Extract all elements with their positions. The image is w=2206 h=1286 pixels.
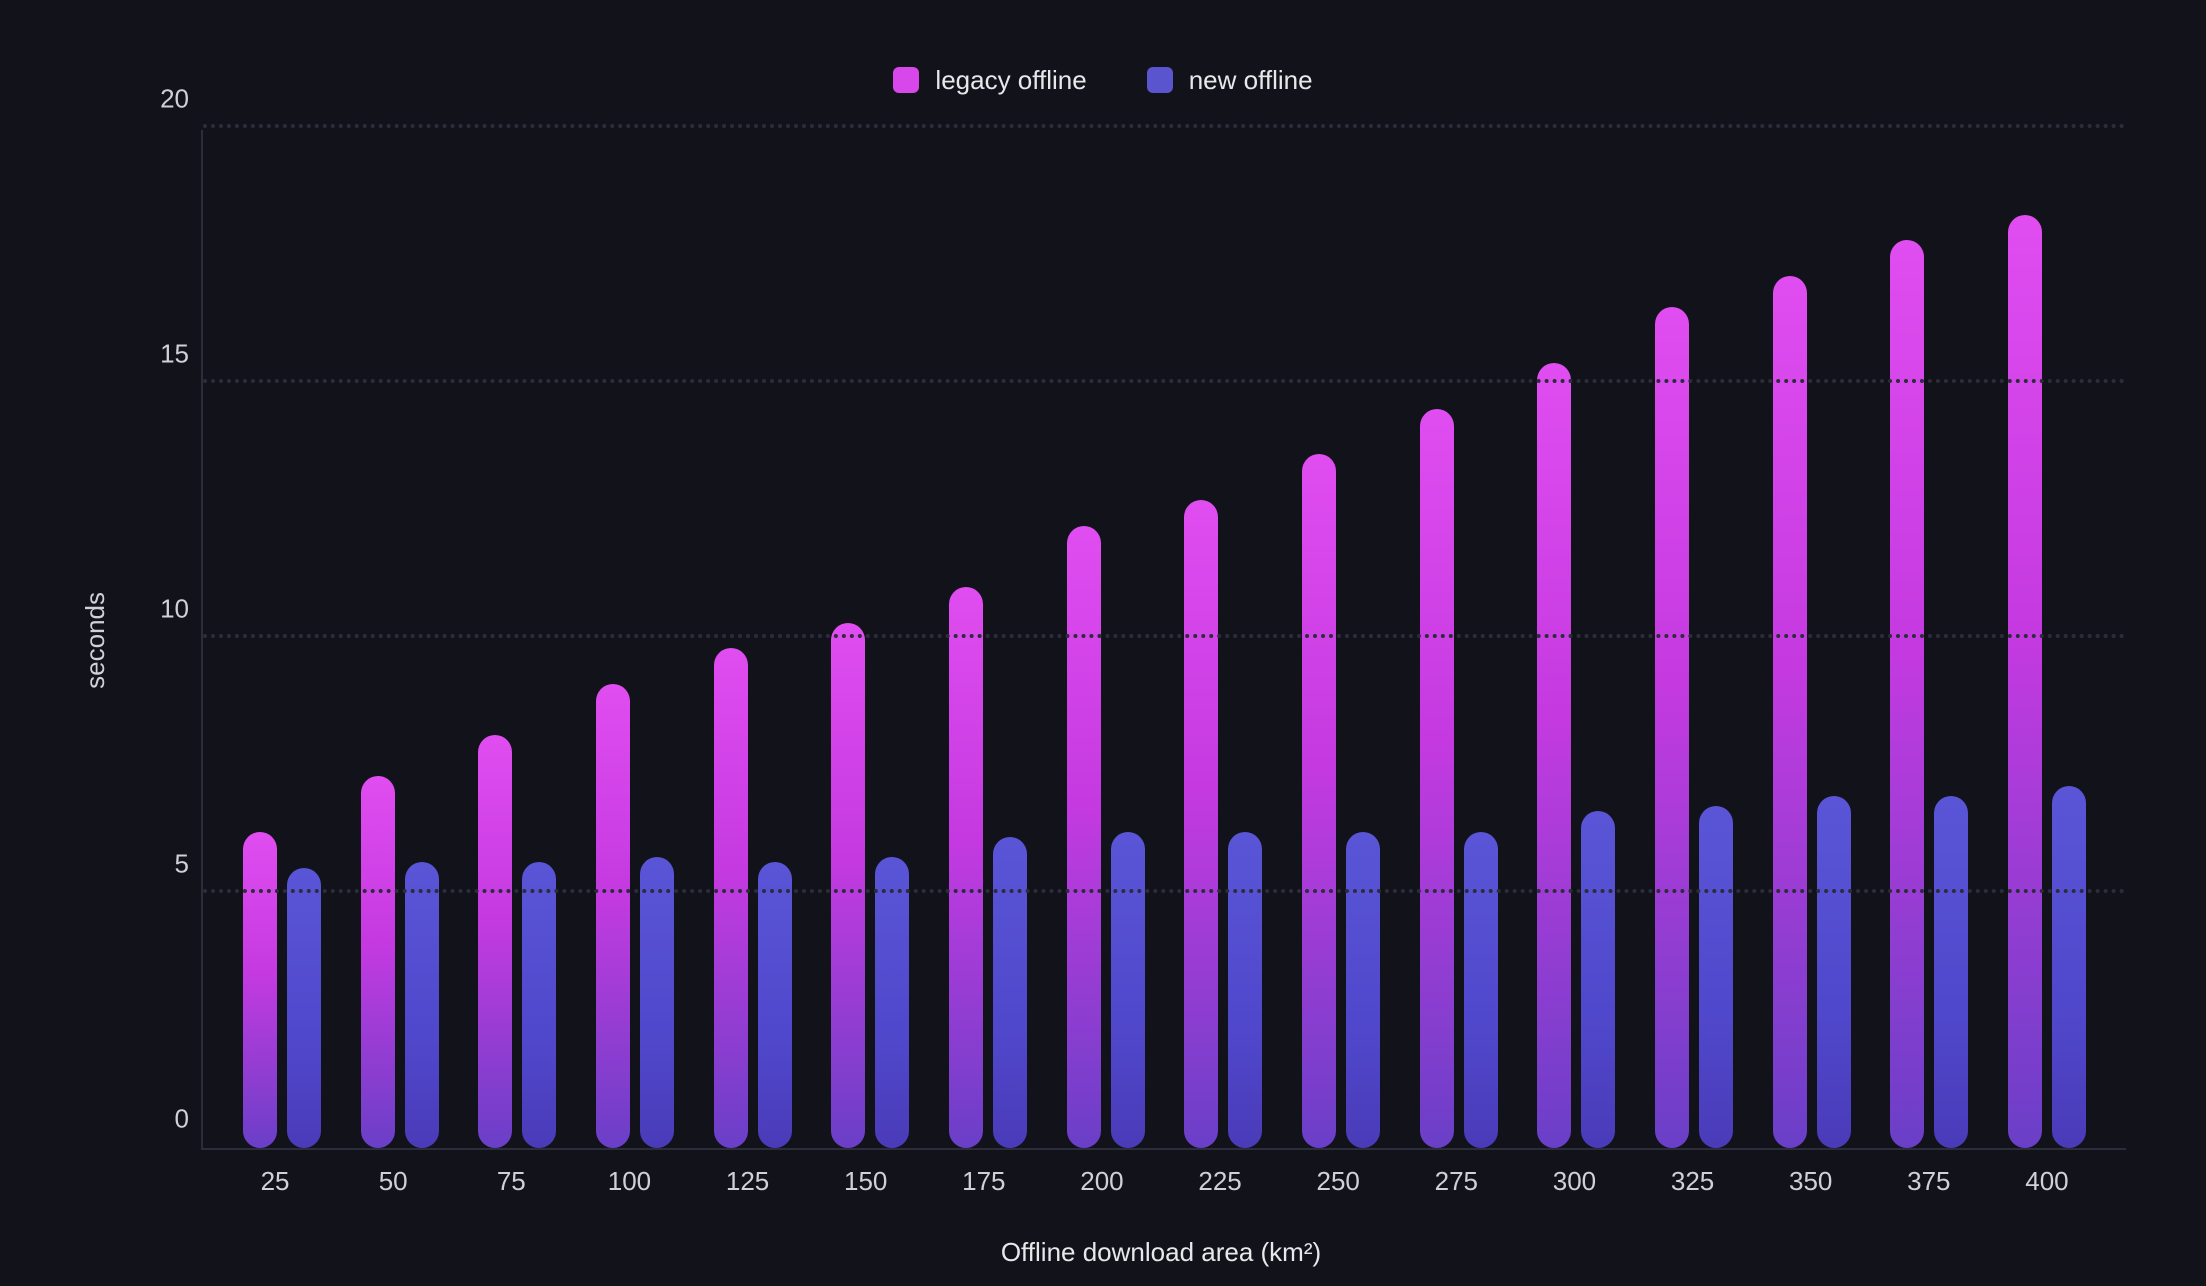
- bar-new: [1699, 806, 1733, 1148]
- bar-group: [1518, 363, 1636, 1148]
- bar-new: [2052, 786, 2086, 1148]
- bar-group: [1988, 215, 2106, 1148]
- y-tick-label: 5: [175, 849, 189, 880]
- bar-group: [1165, 500, 1283, 1148]
- bar-legacy: [2008, 215, 2042, 1148]
- x-tick-label: 25: [216, 1166, 334, 1197]
- bar-new: [1228, 832, 1262, 1148]
- x-tick-label: 200: [1043, 1166, 1161, 1197]
- bar-legacy: [831, 623, 865, 1148]
- legend-label-new: new offline: [1189, 65, 1313, 96]
- bar-group: [341, 776, 459, 1148]
- legend-swatch-legacy-icon: [893, 67, 919, 93]
- bar-new: [405, 862, 439, 1148]
- legend-swatch-new-icon: [1147, 67, 1173, 93]
- bar-group: [929, 587, 1047, 1148]
- y-axis-label: seconds: [80, 592, 111, 689]
- legend-label-legacy: legacy offline: [935, 65, 1086, 96]
- bar-legacy: [949, 587, 983, 1148]
- bar-legacy: [1773, 276, 1807, 1148]
- bar-legacy: [1302, 454, 1336, 1148]
- chart-container: legacy offline new offline seconds 0 5 10 1…: [0, 0, 2206, 1286]
- bar-new: [993, 837, 1027, 1148]
- bar-legacy: [714, 648, 748, 1148]
- bar-legacy: [1890, 240, 1924, 1148]
- bar-legacy: [596, 684, 630, 1148]
- bar-legacy: [1420, 409, 1454, 1149]
- bar-new: [758, 862, 792, 1148]
- bar-group: [1282, 454, 1400, 1148]
- x-tick-label: 250: [1279, 1166, 1397, 1197]
- legend-item-new: new offline: [1147, 65, 1313, 96]
- legend-item-legacy: legacy offline: [893, 65, 1086, 96]
- bar-legacy: [1537, 363, 1571, 1148]
- gridline: [203, 124, 2126, 128]
- bar-new: [640, 857, 674, 1148]
- bar-group: [458, 735, 576, 1148]
- bar-new: [287, 868, 321, 1149]
- bar-legacy: [243, 832, 277, 1148]
- y-tick-label: 0: [175, 1104, 189, 1135]
- bar-group: [576, 684, 694, 1148]
- y-tick-label: 10: [160, 594, 189, 625]
- x-tick-label: 400: [1988, 1166, 2106, 1197]
- x-tick-label: 350: [1752, 1166, 1870, 1197]
- gridline: [203, 634, 2126, 638]
- bar-legacy: [478, 735, 512, 1148]
- bar-group: [1635, 307, 1753, 1149]
- bar-group: [1047, 526, 1165, 1148]
- gridline: [203, 889, 2126, 893]
- y-tick-label: 15: [160, 339, 189, 370]
- x-axis-label: Offline download area (km²): [196, 1237, 2126, 1268]
- bar-new: [1464, 832, 1498, 1148]
- bar-group: [811, 623, 929, 1148]
- x-axis: 2550751001251501752002252502753003253503…: [196, 1150, 2126, 1197]
- bar-new: [1817, 796, 1851, 1148]
- x-tick-label: 150: [807, 1166, 925, 1197]
- bars-container: [203, 130, 2126, 1148]
- plot-area: [201, 130, 2126, 1150]
- plot: seconds 05101520: [80, 130, 2126, 1150]
- bar-new: [1346, 832, 1380, 1148]
- x-tick-label: 75: [452, 1166, 570, 1197]
- x-tick-label: 125: [689, 1166, 807, 1197]
- legend: legacy offline new offline: [80, 60, 2126, 100]
- bar-group: [1400, 409, 1518, 1149]
- y-tick-label: 20: [160, 84, 189, 115]
- bar-group: [694, 648, 812, 1148]
- x-tick-label: 300: [1515, 1166, 1633, 1197]
- x-tick-label: 225: [1161, 1166, 1279, 1197]
- bar-new: [1581, 811, 1615, 1148]
- x-tick-label: 100: [570, 1166, 688, 1197]
- x-tick-label: 275: [1397, 1166, 1515, 1197]
- bar-group: [1871, 240, 1989, 1148]
- bar-new: [1934, 796, 1968, 1148]
- bar-new: [875, 857, 909, 1148]
- bar-group: [1753, 276, 1871, 1148]
- bar-legacy: [1067, 526, 1101, 1148]
- bar-group: [223, 832, 341, 1148]
- bar-legacy: [1655, 307, 1689, 1149]
- x-tick-label: 50: [334, 1166, 452, 1197]
- y-axis: 05101520: [131, 130, 201, 1150]
- gridline: [203, 379, 2126, 383]
- x-tick-label: 175: [925, 1166, 1043, 1197]
- bar-new: [1111, 832, 1145, 1148]
- bar-new: [522, 862, 556, 1148]
- bar-legacy: [361, 776, 395, 1148]
- x-tick-label: 325: [1634, 1166, 1752, 1197]
- x-tick-label: 375: [1870, 1166, 1988, 1197]
- bar-legacy: [1184, 500, 1218, 1148]
